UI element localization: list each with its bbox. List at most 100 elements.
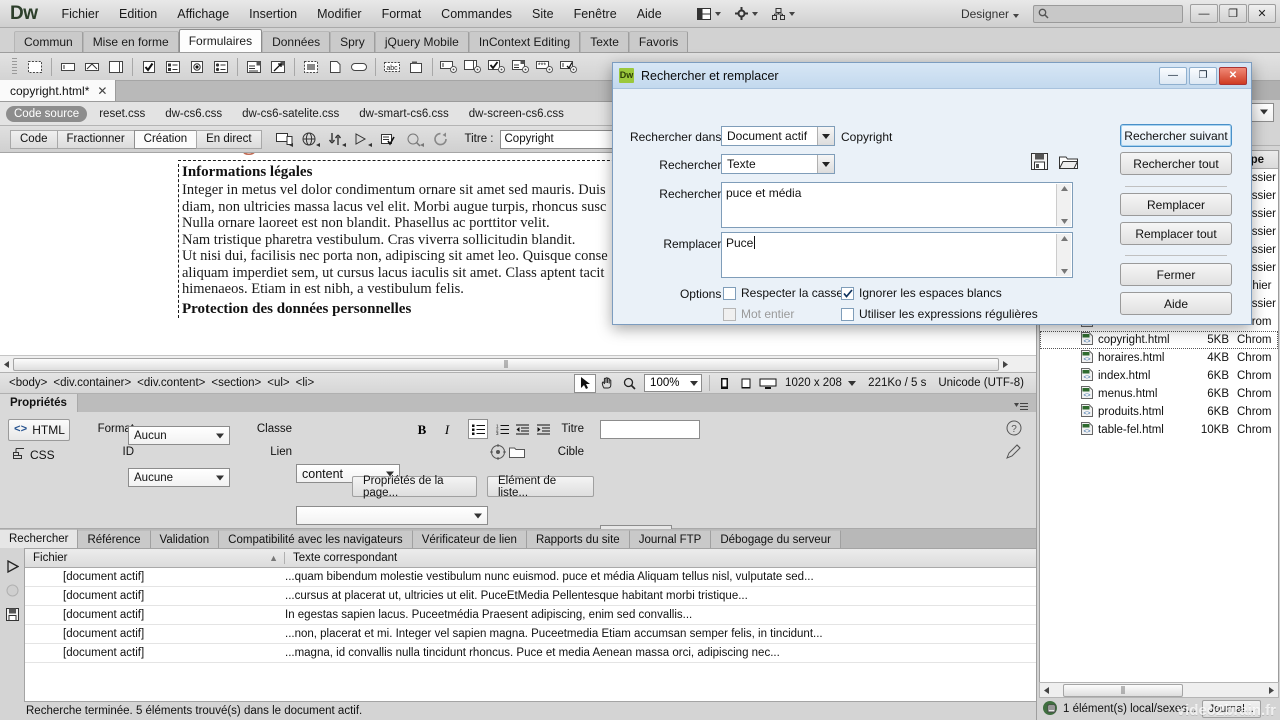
results-tab-validation[interactable]: Validation <box>150 530 220 548</box>
hand-tool-icon[interactable] <box>596 374 618 393</box>
view-button-en-direct[interactable]: En direct <box>196 129 262 149</box>
check-page-icon[interactable] <box>403 128 429 150</box>
file-tree-row[interactable]: <> horaires.html 4KB Chrom <box>1040 349 1278 367</box>
multiscreen-preview-icon[interactable] <box>273 128 299 150</box>
id-select[interactable]: Aucune <box>128 468 230 487</box>
find-next-button[interactable]: Rechercher suivant <box>1120 124 1232 147</box>
replace-button[interactable]: Remplacer <box>1120 193 1232 216</box>
replace-textarea-scrollbar[interactable] <box>1056 234 1071 276</box>
table-row[interactable]: [document actif] ...non, placerat et mi.… <box>25 625 1036 644</box>
maximize-button[interactable]: ❐ <box>1219 4 1247 23</box>
save-report-icon[interactable] <box>0 602 24 626</box>
menu-aide[interactable]: Aide <box>627 3 672 25</box>
italic-button[interactable]: I <box>437 420 457 440</box>
help-search-input[interactable] <box>1033 4 1183 23</box>
checkbox-icon[interactable] <box>138 56 160 78</box>
file-tree-row[interactable]: <> table-fel.html 10KB Chrom <box>1040 421 1278 439</box>
spry-select-icon[interactable] <box>510 56 532 78</box>
checkbox-icon[interactable] <box>841 307 854 321</box>
minimize-button[interactable]: — <box>1190 4 1218 23</box>
panel-options-icon[interactable] <box>1014 402 1036 412</box>
list-item-button[interactable]: Elément de liste... <box>487 475 594 499</box>
jump-menu-icon[interactable] <box>267 56 289 78</box>
tag-div-content[interactable]: <div.content> <box>134 376 208 390</box>
menu-edition[interactable]: Edition <box>109 3 167 25</box>
titre-input[interactable] <box>600 420 700 439</box>
validate-markup-icon[interactable] <box>377 128 403 150</box>
hscroll-thumb[interactable] <box>13 357 999 371</box>
zoom-tool-icon[interactable] <box>618 374 640 393</box>
spry-textarea-icon[interactable] <box>462 56 484 78</box>
checkbox-icon[interactable] <box>723 286 736 300</box>
select-list-icon[interactable] <box>243 56 265 78</box>
help-icon[interactable]: ? <box>1006 420 1022 439</box>
view-button-fractionner[interactable]: Fractionner <box>56 129 135 149</box>
layout-switcher-icon[interactable] <box>696 7 721 20</box>
tablet-size-icon[interactable] <box>735 374 757 393</box>
document-tab-copyright[interactable]: copyright.html* ✕ <box>0 80 117 101</box>
css-mode-button[interactable]: CSS <box>8 444 70 466</box>
tag-li[interactable]: <li> <box>293 376 318 390</box>
radio-button-icon[interactable] <box>186 56 208 78</box>
journal-button[interactable]: Journal... <box>1201 700 1261 718</box>
textarea-icon[interactable] <box>105 56 127 78</box>
edit-rule-icon[interactable] <box>1006 444 1022 463</box>
close-button[interactable]: Fermer <box>1120 263 1232 286</box>
replace-all-button[interactable]: Remplacer tout <box>1120 222 1232 245</box>
workspace-switcher[interactable]: Designer <box>947 7 1023 21</box>
visual-aids-icon[interactable] <box>351 128 377 150</box>
page-properties-button[interactable]: Propriétés de la page... <box>352 475 477 499</box>
scroll-left-icon[interactable] <box>0 360 13 368</box>
results-tab-rapports-site[interactable]: Rapports du site <box>526 530 630 548</box>
view-button-code[interactable]: Code <box>10 129 58 149</box>
label-icon[interactable]: abc <box>381 56 403 78</box>
insert-tab-texte[interactable]: Texte <box>580 31 629 52</box>
window-size-value[interactable]: 1020 x 208 <box>779 377 862 389</box>
spry-checkbox-icon[interactable] <box>486 56 508 78</box>
related-file-dw-screen-cs6-css[interactable]: dw-screen-cs6.css <box>461 106 572 122</box>
dialog-title-bar[interactable]: Dw Rechercher et remplacer — ❐ ✕ <box>613 63 1251 89</box>
tag-div-container[interactable]: <div.container> <box>50 376 134 390</box>
chevron-down-icon[interactable] <box>817 155 834 173</box>
insert-tab-mise-en-forme[interactable]: Mise en forme <box>82 31 179 52</box>
view-button-creation[interactable]: Création <box>133 129 198 149</box>
insert-tab-incontext-editing[interactable]: InContext Editing <box>468 31 581 52</box>
tag-section[interactable]: <section> <box>208 376 264 390</box>
insert-tab-formulaires[interactable]: Formulaires <box>178 29 263 52</box>
extend-gear-icon[interactable] <box>734 7 758 20</box>
refresh-icon[interactable] <box>429 128 455 150</box>
outdent-button[interactable] <box>512 419 532 439</box>
results-tab-journal-ftp[interactable]: Journal FTP <box>629 530 712 548</box>
menu-modifier[interactable]: Modifier <box>307 3 371 25</box>
menu-insertion[interactable]: Insertion <box>239 3 307 25</box>
insert-tab-donnees[interactable]: Données <box>262 31 331 52</box>
close-icon[interactable]: ✕ <box>97 84 107 98</box>
menu-affichage[interactable]: Affichage <box>167 3 239 25</box>
dialog-close-button[interactable]: ✕ <box>1219 66 1247 85</box>
run-search-icon[interactable] <box>0 554 24 578</box>
desktop-size-icon[interactable] <box>757 374 779 393</box>
scroll-right-icon[interactable] <box>1265 686 1278 694</box>
checkbox-checked-icon[interactable] <box>841 286 854 300</box>
column-header-texte[interactable]: Texte correspondant <box>285 552 397 564</box>
checkbox-group-icon[interactable] <box>162 56 184 78</box>
replace-textarea[interactable]: Puce <box>721 232 1073 278</box>
option-respecter-casse[interactable]: Respecter la casse <box>723 286 843 300</box>
menu-commandes[interactable]: Commandes <box>431 3 522 25</box>
toolbar-grip[interactable] <box>12 57 17 76</box>
tab-proprietes[interactable]: Propriétés <box>0 394 78 412</box>
table-row[interactable]: [document actif] ...cursus at placerat u… <box>25 587 1036 606</box>
button-icon[interactable] <box>348 56 370 78</box>
select-tool-icon[interactable] <box>574 373 597 393</box>
preview-browser-icon[interactable] <box>299 128 325 150</box>
unordered-list-button[interactable] <box>468 419 488 439</box>
file-tree-horizontal-scrollbar[interactable] <box>1039 682 1279 698</box>
point-to-file-icon[interactable] <box>490 444 506 463</box>
link-select[interactable] <box>296 506 488 525</box>
file-tree-row[interactable]: <> menus.html 6KB Chrom <box>1040 385 1278 403</box>
site-manage-icon[interactable] <box>771 7 795 20</box>
hidden-field-icon[interactable] <box>81 56 103 78</box>
scroll-left-icon[interactable] <box>1040 686 1053 694</box>
insert-tab-spry[interactable]: Spry <box>330 31 375 52</box>
related-file-dw-cs6-satelite-css[interactable]: dw-cs6-satelite.css <box>234 106 347 122</box>
